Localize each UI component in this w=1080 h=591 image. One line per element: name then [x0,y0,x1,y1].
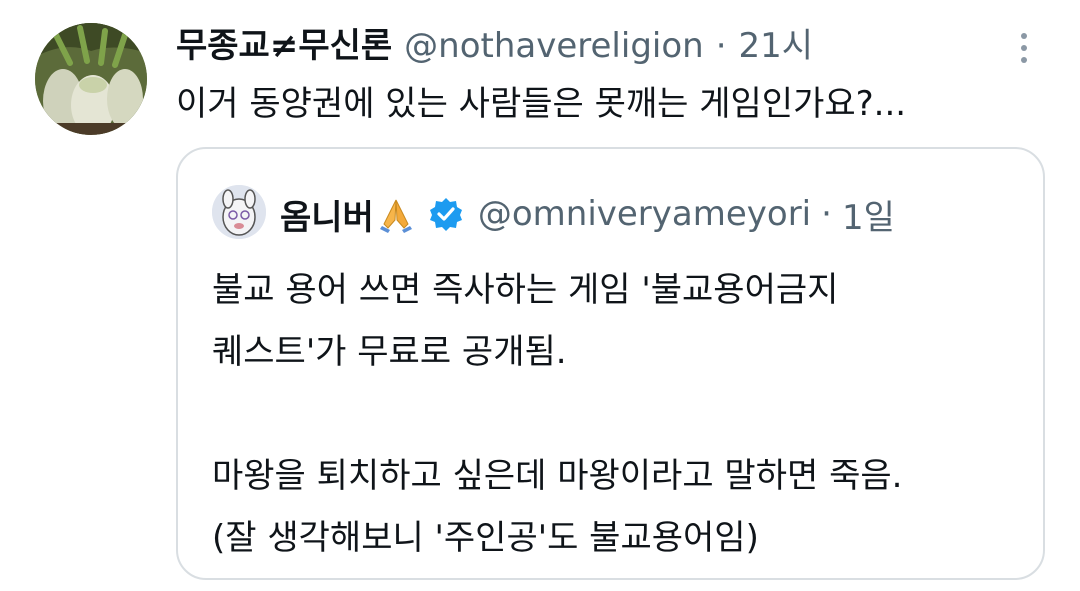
tweet-time[interactable]: 21시 [739,18,814,67]
meta-separator: · [715,26,727,66]
verified-badge-icon[interactable] [428,196,464,232]
quoted-text-line: 퀘스트'가 무료로 공개됨. [212,332,567,372]
author-name[interactable]: 무종교≠무신론 [176,18,392,67]
quoted-text-line: 마왕을 퇴치하고 싶은데 마왕이라고 말하면 죽음. [212,456,903,496]
quoted-author-name[interactable]: 옴니버 [280,190,374,239]
quoted-text-line: 불교 용어 쓰면 즉사하는 게임 '불교용어금지 [212,270,839,310]
more-options-icon[interactable] [1008,28,1040,68]
quoted-tweet-header: 옴니버 @omniveryameyori · 1일 [280,189,1020,239]
author-handle[interactable]: @nothavereligion [404,26,704,66]
quoted-author-handle[interactable]: @omniveryameyori [478,194,811,234]
alpaca-avatar-icon [212,185,266,239]
daikon-radish-photo-icon [35,23,147,135]
quoted-text-line: (잘 생각해보니 '주인공'도 불교용어임) [212,518,759,558]
tweet-text: 이거 동양권에 있는 사람들은 못깨는 게임인가요?... [176,84,907,124]
folded-hands-emoji-icon [379,199,412,233]
quoted-author-avatar[interactable] [212,185,266,239]
tweet-header: 무종교≠무신론 @nothavereligion · 21시 [176,18,1006,68]
quoted-tweet-text: 불교 용어 쓰면 즉사하는 게임 '불교용어금지 퀘스트'가 무료로 공개됨. … [212,259,1032,569]
author-avatar[interactable] [35,23,147,135]
quoted-tweet-card[interactable]: 옴니버 @omniveryameyori · 1일 불교 용어 쓰면 즉사하는 … [176,147,1045,580]
quoted-meta-separator: · [821,194,832,234]
quoted-tweet-time[interactable]: 1일 [842,190,895,239]
